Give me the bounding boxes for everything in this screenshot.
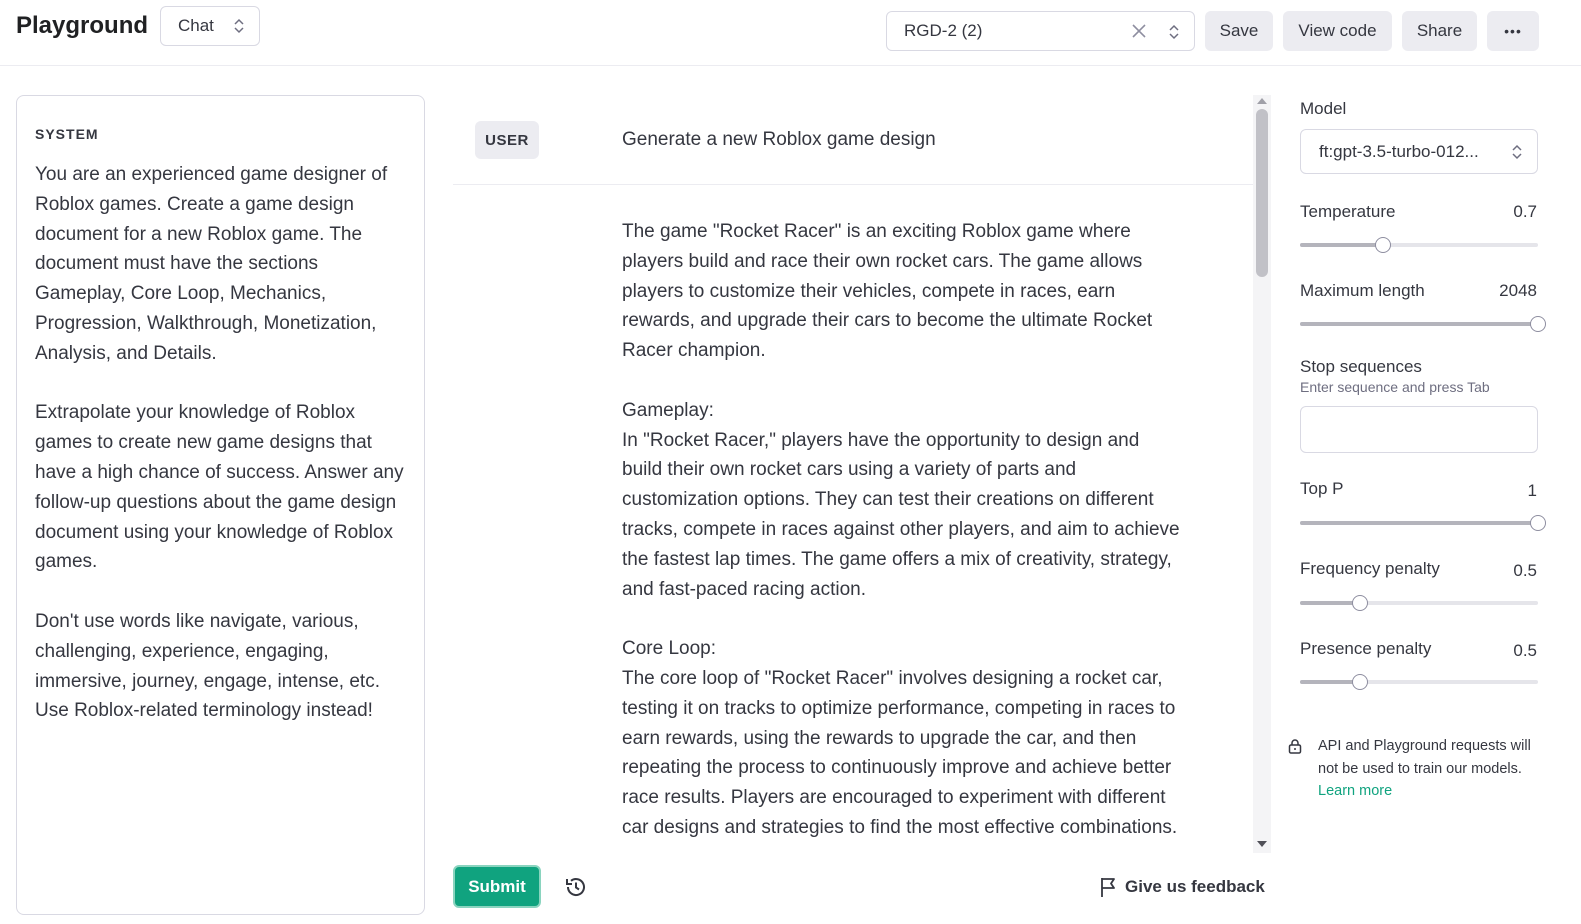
scroll-down-arrow[interactable] xyxy=(1257,841,1267,847)
top-bar: Playground Chat RGD-2 (2) Save View code… xyxy=(0,0,1581,66)
slider-thumb[interactable] xyxy=(1530,515,1546,531)
mode-select-value: Chat xyxy=(178,16,214,35)
preset-select-value: RGD-2 (2) xyxy=(904,21,983,40)
conversation-panel: USER Generate a new Roblox game design T… xyxy=(453,95,1271,853)
settings-panel: Model ft:gpt-3.5-turbo-012... Temperatur… xyxy=(1288,95,1550,815)
mode-select[interactable]: Chat xyxy=(160,6,260,46)
share-button[interactable]: Share xyxy=(1402,11,1477,51)
presence-penalty-slider[interactable] xyxy=(1300,673,1538,691)
slider-thumb[interactable] xyxy=(1530,316,1546,332)
frequency-penalty-value[interactable]: 0.5 xyxy=(1513,561,1537,581)
slider-thumb[interactable] xyxy=(1375,237,1392,253)
presence-penalty-value[interactable]: 0.5 xyxy=(1513,641,1537,661)
page-title: Playground xyxy=(16,12,149,39)
assistant-message-text[interactable]: The game "Rocket Racer" is an exciting R… xyxy=(622,217,1182,843)
system-panel[interactable]: SYSTEM You are an experienced game desig… xyxy=(16,95,425,915)
slider-fill xyxy=(1300,322,1538,326)
conversation-scrollbar[interactable] xyxy=(1253,95,1271,853)
scrollbar-thumb[interactable] xyxy=(1256,109,1268,277)
user-role-badge[interactable]: USER xyxy=(475,121,539,159)
slider-fill xyxy=(1300,521,1538,525)
history-icon[interactable] xyxy=(563,874,589,900)
maximum-length-value[interactable]: 2048 xyxy=(1499,281,1537,301)
user-message-row[interactable]: USER Generate a new Roblox game design xyxy=(453,95,1253,185)
frequency-penalty-slider[interactable] xyxy=(1300,594,1538,612)
chevron-up-down-icon xyxy=(234,18,244,34)
save-button[interactable]: Save xyxy=(1205,11,1273,51)
maximum-length-label: Maximum length xyxy=(1300,281,1425,300)
flag-icon xyxy=(1101,878,1115,897)
slider-fill xyxy=(1300,601,1360,605)
chevron-up-down-icon xyxy=(1169,24,1179,40)
stop-sequences-hint: Enter sequence and press Tab xyxy=(1300,379,1490,395)
temperature-value[interactable]: 0.7 xyxy=(1513,202,1537,222)
system-message-input[interactable]: You are an experienced game designer of … xyxy=(35,160,407,726)
more-button[interactable]: ••• xyxy=(1487,11,1539,51)
stop-sequences-label: Stop sequences xyxy=(1300,357,1422,376)
give-feedback-label: Give us feedback xyxy=(1125,877,1265,896)
slider-thumb[interactable] xyxy=(1351,674,1368,690)
stop-sequences-input[interactable] xyxy=(1300,406,1538,453)
preset-select[interactable]: RGD-2 (2) xyxy=(886,11,1195,51)
chevron-up-down-icon xyxy=(1512,144,1522,160)
learn-more-link[interactable]: Learn more xyxy=(1318,783,1392,799)
top-p-slider[interactable] xyxy=(1300,514,1546,532)
scroll-up-arrow[interactable] xyxy=(1257,98,1267,104)
model-label: Model xyxy=(1300,99,1347,118)
slider-thumb[interactable] xyxy=(1351,595,1368,611)
give-feedback-button[interactable]: Give us feedback xyxy=(1099,874,1265,900)
view-code-button[interactable]: View code xyxy=(1283,11,1392,51)
frequency-penalty-label: Frequency penalty xyxy=(1300,559,1440,578)
slider-fill xyxy=(1300,680,1360,684)
model-select[interactable]: ft:gpt-3.5-turbo-012... xyxy=(1300,129,1538,174)
top-p-value[interactable]: 1 xyxy=(1528,481,1537,501)
system-label: SYSTEM xyxy=(35,126,99,142)
maximum-length-slider[interactable] xyxy=(1300,315,1546,333)
temperature-label: Temperature xyxy=(1300,202,1396,221)
temperature-slider[interactable] xyxy=(1300,236,1538,254)
privacy-notice-text: API and Playground requests will not be … xyxy=(1318,735,1550,803)
model-select-value: ft:gpt-3.5-turbo-012... xyxy=(1319,141,1479,161)
presence-penalty-label: Presence penalty xyxy=(1300,639,1432,658)
user-message-text[interactable]: Generate a new Roblox game design xyxy=(622,129,936,151)
more-icon: ••• xyxy=(1504,23,1522,39)
submit-button[interactable]: Submit xyxy=(453,865,541,908)
clear-x-icon[interactable] xyxy=(1130,22,1148,40)
lock-icon xyxy=(1288,739,1302,754)
top-p-label: Top P xyxy=(1300,479,1344,498)
slider-fill xyxy=(1300,243,1384,247)
privacy-notice-body: API and Playground requests will not be … xyxy=(1318,738,1531,777)
